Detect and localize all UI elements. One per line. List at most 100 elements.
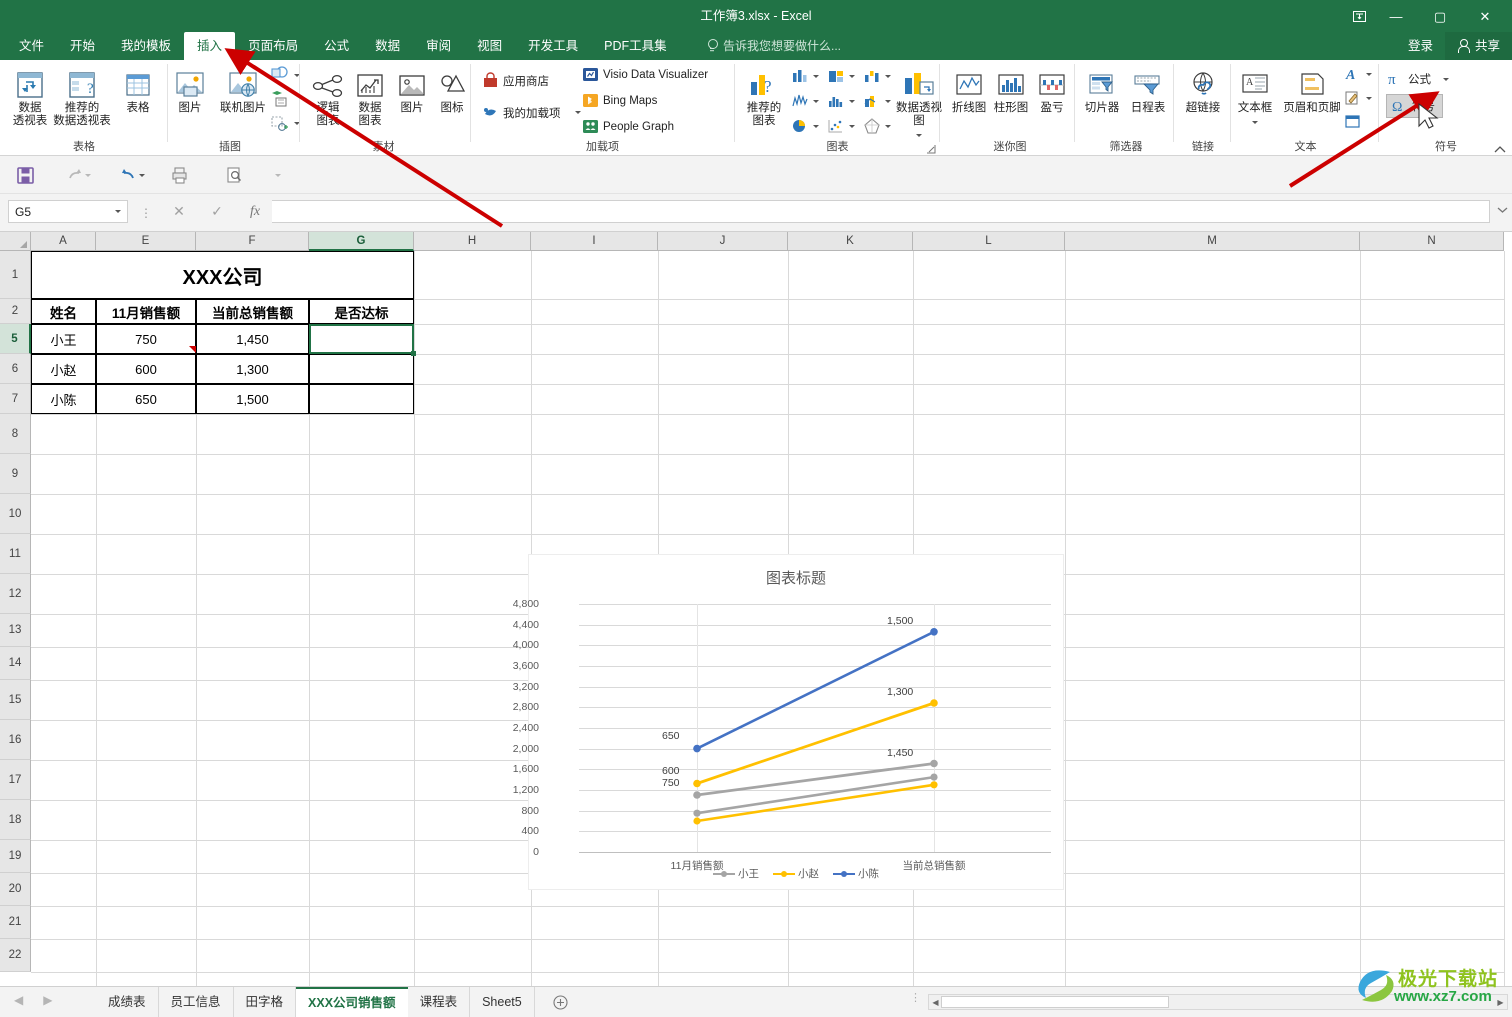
sheet-tab-xxx-sales[interactable]: XXX公司销售额: [296, 987, 408, 1017]
tab-data[interactable]: 数据: [362, 32, 413, 60]
table-header-name[interactable]: 姓名: [31, 299, 96, 324]
row-header-9[interactable]: 9: [0, 454, 31, 494]
col-header-J[interactable]: J: [658, 232, 788, 251]
header-footer-button[interactable]: 页眉和页脚: [1276, 64, 1348, 115]
hyperlink-button[interactable]: 超链接: [1175, 64, 1231, 115]
col-header-I[interactable]: I: [531, 232, 658, 251]
tab-insert[interactable]: 插入: [184, 32, 236, 60]
sparkline-line-button[interactable]: 折线图: [947, 64, 991, 115]
pivot-table-button[interactable]: 数据 透视表: [2, 64, 58, 128]
qat-more-dropdown[interactable]: [272, 162, 284, 188]
table-cell-nov-3[interactable]: 650: [96, 384, 196, 414]
worksheet-grid[interactable]: A E F G H I J K L M N 1 2 5 6 7 8 9 10 1…: [0, 232, 1512, 986]
share-button[interactable]: 共享: [1444, 32, 1512, 60]
tab-developer[interactable]: 开发工具: [515, 32, 591, 60]
row-header-19[interactable]: 19: [0, 840, 31, 873]
table-row[interactable]: 小陈: [31, 384, 96, 414]
col-header-K[interactable]: K: [788, 232, 913, 251]
save-icon[interactable]: [12, 162, 38, 188]
combo-chart-button[interactable]: [863, 93, 891, 109]
sheet-prev-button[interactable]: ◀: [14, 993, 23, 1007]
chart-object[interactable]: 图表标题 4,800 4,400 4,000 3,600 3,200 2,800…: [513, 554, 1064, 890]
charts-dialog-launcher[interactable]: [926, 144, 936, 154]
table-header-total-sales[interactable]: 当前总销售额: [196, 299, 309, 324]
recommended-charts-button[interactable]: ? 推荐的 图表: [739, 64, 789, 128]
add-sheet-button[interactable]: [545, 987, 576, 1017]
col-header-E[interactable]: E: [96, 232, 196, 251]
expand-formula-bar-button[interactable]: [1497, 206, 1508, 214]
row-header-11[interactable]: 11: [0, 534, 31, 574]
minimize-button[interactable]: —: [1374, 0, 1418, 32]
row-header-14[interactable]: 14: [0, 647, 31, 680]
col-header-H[interactable]: H: [414, 232, 531, 251]
row-header-8[interactable]: 8: [0, 414, 31, 454]
maximize-button[interactable]: ▢: [1418, 0, 1462, 32]
symbol-button[interactable]: Ω 符号: [1386, 94, 1443, 118]
legend-item-wang[interactable]: 小王: [713, 866, 759, 881]
row-header-6[interactable]: 6: [0, 354, 31, 384]
cancel-edit-button[interactable]: ✕: [160, 200, 198, 223]
object-button[interactable]: [1344, 114, 1362, 130]
bing-maps-button[interactable]: Bing Maps: [582, 92, 657, 109]
tab-my-templates[interactable]: 我的模板: [108, 32, 184, 60]
online-picture-button[interactable]: 联机图片: [210, 64, 276, 115]
radar-chart-button[interactable]: [863, 118, 891, 134]
sheet-tab-kechengbiao[interactable]: 课程表: [408, 987, 471, 1017]
table-title-cell[interactable]: XXX公司: [31, 251, 414, 299]
active-cell-selection[interactable]: [309, 324, 414, 354]
sheet-tab-yuangongxinxi[interactable]: 员工信息: [159, 987, 234, 1017]
table-cell-total-2[interactable]: 1,300: [196, 354, 309, 384]
column-chart-button[interactable]: [791, 68, 819, 84]
hierarchy-chart-button[interactable]: [827, 68, 855, 84]
table-cell-nov-1[interactable]: 750: [96, 324, 196, 354]
sheet-tab-sheet5[interactable]: Sheet5: [470, 987, 535, 1017]
pie-chart-button[interactable]: [791, 118, 819, 134]
tab-pdf-tools[interactable]: PDF工具集: [591, 32, 680, 60]
legend-item-zhao[interactable]: 小赵: [773, 866, 819, 881]
row-header-7[interactable]: 7: [0, 384, 31, 414]
table-row[interactable]: 小赵: [31, 354, 96, 384]
table-cell-pass-2[interactable]: [309, 354, 414, 384]
signature-line-button[interactable]: [1344, 90, 1372, 106]
fill-handle[interactable]: [411, 351, 416, 356]
slicer-button[interactable]: 切片器: [1078, 64, 1126, 115]
formula-input[interactable]: [272, 200, 1490, 223]
row-header-22[interactable]: 22: [0, 939, 31, 972]
legend-item-chen[interactable]: 小陈: [833, 866, 879, 881]
visio-data-visualizer-button[interactable]: Visio Data Visualizer: [582, 66, 708, 83]
stock-chart-button[interactable]: [791, 93, 819, 109]
tab-file[interactable]: 文件: [6, 32, 57, 60]
horizontal-scroll-thumb[interactable]: [941, 996, 1169, 1008]
chart-legend[interactable]: 小王 小赵 小陈: [529, 866, 1063, 881]
col-header-M[interactable]: M: [1065, 232, 1360, 251]
people-graph-button[interactable]: People Graph: [582, 118, 674, 135]
sheet-tab-tianzige[interactable]: 田字格: [234, 987, 297, 1017]
table-row[interactable]: 小王: [31, 324, 96, 354]
row-header-10[interactable]: 10: [0, 494, 31, 534]
my-addins-button[interactable]: 我的加载项: [482, 104, 581, 121]
print-preview-icon[interactable]: [222, 162, 248, 188]
table-button[interactable]: 表格: [110, 64, 166, 115]
row-header-16[interactable]: 16: [0, 720, 31, 760]
sign-in-button[interactable]: 登录: [1396, 32, 1445, 60]
redo-dropdown[interactable]: [82, 162, 94, 188]
row-header-18[interactable]: 18: [0, 800, 31, 840]
row-header-17[interactable]: 17: [0, 760, 31, 800]
equation-button[interactable]: π 公式: [1386, 70, 1449, 88]
recommended-pivot-table-button[interactable]: ? 推荐的 数据透视表: [52, 64, 112, 128]
select-all-corner[interactable]: [0, 232, 31, 251]
sparkline-winloss-button[interactable]: 盈亏: [1031, 64, 1073, 115]
table-cell-pass-3[interactable]: [309, 384, 414, 414]
scatter-chart-button[interactable]: [827, 118, 855, 134]
scroll-left-arrow[interactable]: ◀: [930, 996, 941, 1008]
sheet-next-button[interactable]: ▶: [43, 993, 52, 1007]
row-header-12[interactable]: 12: [0, 574, 31, 614]
timeline-button[interactable]: 日程表: [1124, 64, 1172, 115]
name-box[interactable]: G5: [8, 200, 128, 223]
pivot-chart-button[interactable]: 数据透视图: [895, 64, 943, 141]
text-box-button[interactable]: A 文本框: [1232, 64, 1278, 128]
ribbon-display-options-icon[interactable]: [1344, 0, 1374, 32]
tab-home[interactable]: 开始: [57, 32, 108, 60]
col-header-L[interactable]: L: [913, 232, 1065, 251]
col-header-G[interactable]: G: [309, 232, 414, 251]
